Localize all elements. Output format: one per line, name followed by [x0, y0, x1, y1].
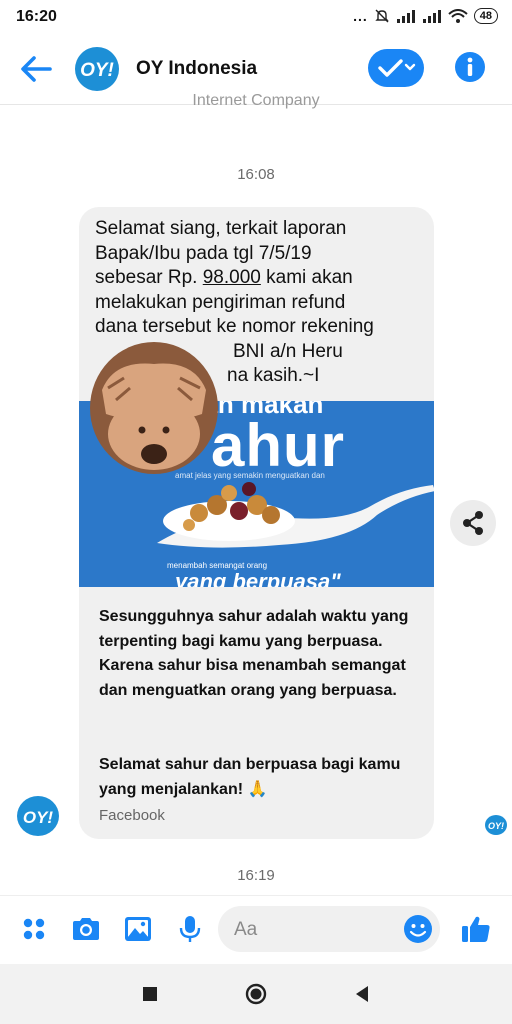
preview-description: Sesungguhnya sahur adalah waktu yang ter…: [99, 608, 409, 699]
preview-description-2: Selamat sahur dan berpuasa bagi kamu yan…: [99, 756, 401, 798]
check-icon: [378, 59, 416, 77]
svg-text:OY!: OY!: [23, 808, 54, 827]
svg-text:OY!: OY!: [488, 821, 504, 831]
timestamp-bottom: 16:19: [237, 867, 275, 884]
see-no-evil-monkey-icon: [90, 342, 218, 474]
message-input[interactable]: Aa: [218, 906, 440, 952]
oy-logo-icon[interactable]: OY!: [74, 46, 120, 92]
svg-text:OY!: OY!: [80, 60, 114, 81]
signal-icon-2: [422, 10, 441, 23]
mic-icon[interactable]: [174, 913, 206, 945]
mark-button[interactable]: [368, 49, 424, 87]
back-icon[interactable]: [350, 982, 374, 1006]
emoji-icon[interactable]: [402, 913, 434, 945]
wifi-icon: [448, 9, 468, 23]
amount-link[interactable]: 98.000: [203, 267, 261, 288]
recents-icon[interactable]: [138, 982, 162, 1006]
message-bubble[interactable]: Selamat siang, terkait laporan Bapak/Ibu …: [79, 207, 434, 839]
message-input-placeholder: Aa: [234, 919, 258, 940]
timestamp: 16:08: [237, 166, 275, 183]
signal-icon-1: [396, 10, 415, 23]
apps-icon[interactable]: [18, 913, 50, 945]
home-icon[interactable]: [244, 982, 268, 1006]
cereal-spoon-icon: [157, 482, 434, 548]
preview-source[interactable]: Facebook: [99, 807, 165, 824]
page-title[interactable]: OY Indonesia: [136, 58, 257, 80]
share-icon: [463, 511, 483, 535]
battery-icon: 48: [473, 8, 498, 24]
share-button[interactable]: [450, 500, 496, 546]
faded-previous-text: Internet Company: [192, 92, 320, 109]
message-composer: Aa: [0, 895, 512, 964]
read-receipt-icon: OY!: [485, 815, 507, 835]
more-dots-icon: ...: [353, 8, 368, 24]
sender-avatar-icon[interactable]: OY!: [16, 795, 60, 837]
system-nav-bar: [0, 964, 512, 1024]
status-bar: 16:20 ... 48: [0, 0, 512, 34]
camera-icon[interactable]: [70, 913, 102, 945]
info-icon[interactable]: [454, 51, 486, 83]
status-icons: ... 48: [353, 8, 498, 24]
thumbs-up-icon[interactable]: [460, 913, 492, 945]
back-arrow-icon[interactable]: [18, 52, 54, 86]
mute-bell-icon: [375, 9, 389, 23]
image-icon[interactable]: [122, 913, 154, 945]
status-time: 16:20: [16, 8, 57, 25]
